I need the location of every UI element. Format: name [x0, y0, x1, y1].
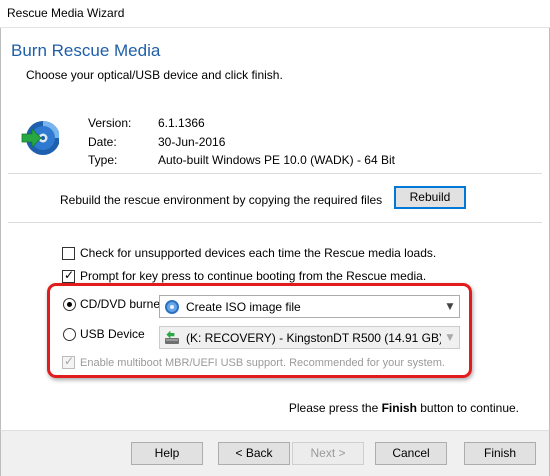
radio-button[interactable] [63, 297, 76, 311]
usb-device-select[interactable]: (K: RECOVERY) - KingstonDT R500 (14.91 G… [159, 326, 460, 349]
finish-instruction-prefix: Please press the [288, 401, 382, 415]
check-unsupported-label: Check for unsupported devices each time … [80, 246, 437, 260]
next-button[interactable]: Next > [292, 442, 364, 465]
finish-button[interactable]: Finish [464, 442, 536, 465]
cd-dvd-radio[interactable]: CD/DVD burner [63, 297, 164, 311]
type-label: Type: [88, 153, 118, 167]
checkbox[interactable] [62, 354, 75, 369]
back-button[interactable]: < Back [218, 442, 290, 465]
page-title: Burn Rescue Media [11, 41, 161, 60]
radio-button[interactable] [63, 327, 76, 341]
usb-device-radio[interactable]: USB Device [63, 327, 145, 341]
date-label: Date: [88, 135, 117, 149]
multiboot-option[interactable]: Enable multiboot MBR/UEFI USB support. R… [62, 354, 445, 369]
divider [8, 222, 542, 223]
cancel-button[interactable]: Cancel [375, 442, 447, 465]
check-unsupported-devices[interactable]: Check for unsupported devices each time … [62, 246, 436, 260]
cd-dvd-label: CD/DVD burner [80, 297, 165, 311]
finish-instruction-suffix: button to continue. [416, 401, 519, 415]
window-title: Rescue Media Wizard [7, 6, 125, 20]
multiboot-label: Enable multiboot MBR/UEFI USB support. R… [80, 356, 445, 369]
checkbox[interactable] [62, 268, 75, 283]
page-subtitle: Choose your optical/USB device and click… [26, 68, 283, 82]
rescue-disc-icon [21, 121, 59, 155]
type-value: Auto-built Windows PE 10.0 (WADK) - 64 B… [158, 153, 395, 167]
prompt-key-press[interactable]: Prompt for key press to continue booting… [62, 268, 427, 283]
rebuild-button[interactable]: Rebuild [394, 186, 466, 209]
version-value: 6.1.1366 [158, 116, 205, 130]
disc-icon [165, 299, 179, 314]
version-label: Version: [88, 116, 132, 130]
finish-instruction-emphasis: Finish [381, 401, 417, 415]
finish-instruction: Please press the Finish button to contin… [289, 401, 519, 415]
chevron-down-icon: ▼ [446, 301, 454, 312]
help-button[interactable]: Help [131, 442, 203, 465]
rebuild-description: Rebuild the rescue environment by copyin… [60, 193, 383, 207]
divider [8, 173, 542, 174]
usb-device-label: USB Device [80, 327, 145, 341]
usb-drive-icon [165, 330, 179, 344]
chevron-down-icon: ▼ [446, 332, 454, 343]
checkbox[interactable] [62, 246, 75, 260]
cd-dvd-select-value: Create ISO image file [186, 299, 301, 314]
cd-dvd-device-select[interactable]: Create ISO image file ▼ [159, 295, 460, 318]
usb-select-value: (K: RECOVERY) - KingstonDT R500 (14.91 G… [186, 330, 441, 345]
date-value: 30-Jun-2016 [158, 135, 226, 149]
title-bar: Rescue Media Wizard [0, 0, 550, 28]
prompt-key-label: Prompt for key press to continue booting… [80, 269, 427, 283]
